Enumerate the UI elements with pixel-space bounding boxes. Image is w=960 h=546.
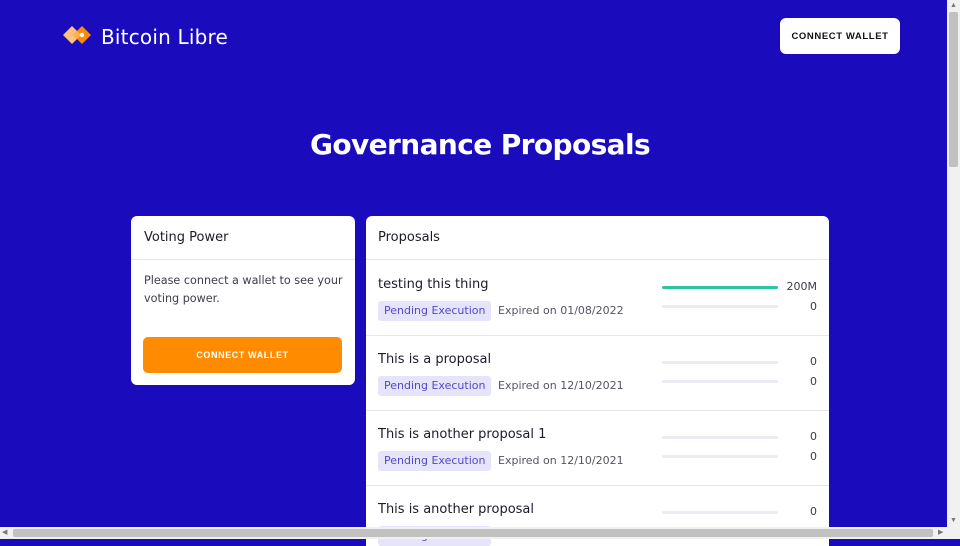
scroll-left-arrow-icon[interactable]: ◀: [2, 528, 7, 538]
yes-vote-bar: [662, 436, 778, 439]
proposal-expiry: Expired on 01/08/2022: [498, 304, 624, 317]
horizontal-scrollbar[interactable]: ◀ ▶: [0, 527, 960, 539]
vertical-scrollbar-thumb[interactable]: [949, 12, 958, 167]
proposal-row[interactable]: This is a proposal Pending Execution Exp…: [366, 335, 829, 411]
proposal-row[interactable]: testing this thing Pending Execution Exp…: [366, 260, 829, 336]
yes-vote-bar: [662, 511, 778, 514]
proposals-title: Proposals: [366, 216, 829, 260]
connect-wallet-button[interactable]: CONNECT WALLET: [780, 18, 900, 54]
no-vote-value: 0: [810, 375, 817, 388]
no-vote-value: 0: [810, 300, 817, 313]
yes-vote-value: 0: [810, 355, 817, 368]
status-badge: Pending Execution: [378, 301, 492, 321]
top-header: Bitcoin Libre CONNECT WALLET: [0, 0, 947, 80]
horizontal-scrollbar-thumb[interactable]: [13, 529, 933, 537]
scroll-up-arrow-icon[interactable]: ▲: [950, 1, 957, 11]
no-vote-value: 0: [810, 450, 817, 463]
status-badge: Pending Execution: [378, 376, 492, 396]
voting-power-card: Voting Power Please connect a wallet to …: [131, 216, 355, 385]
voting-power-connect-wallet-button[interactable]: CONNECT WALLET: [143, 337, 342, 373]
no-vote-bar: [662, 305, 778, 308]
proposals-card: Proposals testing this thing Pending Exe…: [366, 216, 829, 546]
voting-power-title: Voting Power: [131, 216, 355, 260]
yes-vote-value: 0: [810, 430, 817, 443]
vertical-scrollbar[interactable]: ▲ ▼: [947, 0, 960, 527]
yes-vote-value: 0: [810, 505, 817, 518]
brand-name: Bitcoin Libre: [101, 25, 229, 49]
scroll-right-arrow-icon[interactable]: ▶: [938, 528, 943, 538]
yes-vote-bar: [662, 361, 778, 364]
yes-vote-value: 200M: [786, 280, 818, 293]
brand-logo[interactable]: Bitcoin Libre: [61, 24, 228, 50]
proposal-title[interactable]: This is another proposal: [378, 502, 534, 517]
status-badge: Pending Execution: [378, 451, 492, 471]
scroll-down-arrow-icon[interactable]: ▼: [950, 516, 957, 526]
proposal-title[interactable]: This is another proposal 1: [378, 427, 546, 442]
yes-vote-bar-fill: [662, 286, 778, 289]
proposal-title[interactable]: This is a proposal: [378, 352, 491, 367]
proposal-expiry: Expired on 12/10/2021: [498, 454, 624, 467]
diamond-tag-logo-icon: [63, 26, 91, 44]
no-vote-bar: [662, 455, 778, 458]
proposal-row[interactable]: This is another proposal 1 Pending Execu…: [366, 410, 829, 486]
proposal-title[interactable]: testing this thing: [378, 277, 489, 292]
no-vote-bar: [662, 380, 778, 383]
voting-power-message: Please connect a wallet to see your voti…: [144, 274, 343, 305]
page-title: Governance Proposals: [309, 128, 651, 161]
proposal-expiry: Expired on 12/10/2021: [498, 379, 624, 392]
yes-vote-bar: [662, 286, 778, 289]
